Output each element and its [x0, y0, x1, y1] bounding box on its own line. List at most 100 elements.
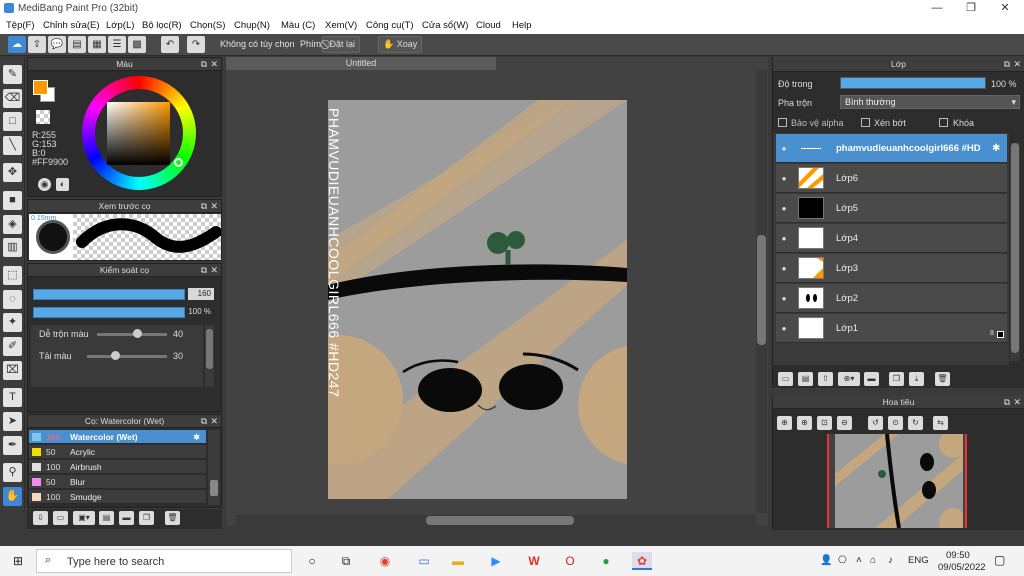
- new-brush-icon[interactable]: ▭: [53, 511, 68, 525]
- canvas-horizontal-scrollbar[interactable]: [236, 515, 756, 526]
- undock-icon[interactable]: ⧉: [201, 58, 207, 71]
- select-eraser-icon[interactable]: ⌧: [3, 361, 22, 380]
- grid-icon[interactable]: ▩: [128, 36, 146, 53]
- notification-icon[interactable]: ▢: [994, 553, 1005, 567]
- list-icon[interactable]: ☰: [108, 36, 126, 53]
- line-tool-icon[interactable]: ╲: [3, 136, 22, 155]
- eye-icon[interactable]: ●: [778, 164, 790, 193]
- opera-icon[interactable]: O: [560, 552, 580, 570]
- undock-icon[interactable]: ⧉: [201, 200, 207, 213]
- add-layer-menu-icon[interactable]: ⊕▾: [838, 372, 860, 386]
- rotate-reset-icon[interactable]: ⊙: [888, 416, 903, 430]
- eye-icon[interactable]: ●: [778, 284, 790, 313]
- zoom-in-alt-icon[interactable]: ⊕: [797, 416, 812, 430]
- primary-color-swatch[interactable]: [33, 80, 48, 95]
- eye-icon[interactable]: ●: [778, 194, 790, 223]
- network-icon[interactable]: ⌂: [870, 555, 876, 566]
- share-icon[interactable]: ⇪: [28, 36, 46, 53]
- medibang-icon[interactable]: ✿: [632, 552, 652, 570]
- gear-icon[interactable]: ✱: [992, 134, 1000, 163]
- eye-icon[interactable]: ●: [778, 254, 790, 283]
- new-layer-8bit-icon[interactable]: ▤: [798, 372, 813, 386]
- layer-item[interactable]: ● Lớp6: [776, 164, 1007, 193]
- windows-start-icon[interactable]: ⊞: [8, 552, 28, 570]
- brush-item-smudge[interactable]: 100 Smudge: [29, 490, 206, 504]
- rotate-button[interactable]: ✋ Xoay: [378, 36, 423, 53]
- move-tool-icon[interactable]: ✥: [3, 163, 22, 182]
- panel-close-icon[interactable]: ✕: [1013, 57, 1021, 72]
- menu-view[interactable]: Xem(V): [325, 20, 357, 31]
- undo-button[interactable]: ↶: [161, 36, 179, 53]
- brush-list-scrollbar[interactable]: [208, 430, 220, 505]
- document-tab[interactable]: Untitled: [226, 57, 496, 70]
- add-brush-menu-icon[interactable]: ▣▾: [73, 511, 95, 525]
- lasso-icon[interactable]: ◌: [3, 290, 22, 309]
- brush-item-airbrush[interactable]: 100 Airbrush: [29, 460, 206, 474]
- layer-item[interactable]: ● phamvudieuanhcoolgirl666 #HD ✱: [776, 134, 1007, 163]
- wps-icon[interactable]: W: [524, 552, 544, 570]
- language-indicator[interactable]: ENG: [908, 555, 929, 566]
- clipping-checkbox[interactable]: [861, 118, 870, 127]
- blend-mode-select[interactable]: Bình thường ▾: [840, 95, 1020, 109]
- eyedropper-tool-icon[interactable]: ⚲: [3, 463, 22, 482]
- panel-close-icon[interactable]: ✕: [210, 264, 218, 277]
- fit-icon[interactable]: ⊡: [817, 416, 832, 430]
- taskbar-search-box[interactable]: ⌕ Type here to search: [36, 549, 292, 573]
- brush-item-blur[interactable]: 50 Blur: [29, 475, 206, 489]
- meet-icon[interactable]: ⎔: [838, 555, 847, 566]
- menu-help[interactable]: Help: [512, 20, 532, 31]
- rotate-right-icon[interactable]: ↻: [908, 416, 923, 430]
- load-slider-knob[interactable]: [111, 351, 120, 360]
- panel-close-icon[interactable]: ✕: [1013, 396, 1021, 409]
- clock-date[interactable]: 09/05/2022: [938, 562, 986, 573]
- brush-size-value[interactable]: 160: [188, 288, 214, 300]
- gear-icon[interactable]: ✱: [193, 430, 200, 444]
- select-pen-icon[interactable]: ✐: [3, 337, 22, 356]
- chrome-icon[interactable]: ◉: [375, 552, 395, 570]
- transparent-swatch[interactable]: [36, 110, 50, 124]
- panel-close-icon[interactable]: ✕: [210, 200, 218, 213]
- clock-time[interactable]: 09:50: [946, 550, 970, 561]
- eraser-tool-icon[interactable]: ⌫: [3, 89, 22, 108]
- brush-opacity-slider[interactable]: [33, 307, 185, 318]
- hue-marker[interactable]: [174, 158, 183, 167]
- eye-icon[interactable]: ●: [778, 314, 790, 343]
- chevron-up-icon[interactable]: ˄: [856, 555, 862, 566]
- panel-close-icon[interactable]: ✕: [210, 415, 218, 428]
- rotate-left-icon[interactable]: ↺: [868, 416, 883, 430]
- people-icon[interactable]: 👤: [820, 555, 832, 566]
- menu-tools[interactable]: Công cụ(T): [366, 20, 414, 31]
- new-layer-icon[interactable]: ▭: [778, 372, 793, 386]
- canvas-vertical-scrollbar[interactable]: [756, 70, 767, 513]
- lock-checkbox[interactable]: [939, 118, 948, 127]
- brush-control-scrollbar[interactable]: [205, 325, 214, 387]
- pen-tool-icon[interactable]: ✒: [3, 436, 22, 455]
- text-tool-icon[interactable]: T: [3, 388, 22, 407]
- cortana-icon[interactable]: ○: [302, 552, 322, 570]
- color-set-icon[interactable]: ◐: [56, 178, 69, 191]
- drawing-canvas[interactable]: PHAMVUDIEUANHCOOLGIRL666 #HD247: [328, 100, 627, 499]
- zoom-out-icon[interactable]: ⊖: [837, 416, 852, 430]
- menu-cloud[interactable]: Cloud: [476, 20, 501, 31]
- layer-item[interactable]: ● Lớp5: [776, 194, 1007, 223]
- layer-opacity-track[interactable]: [840, 77, 986, 89]
- maximize-button[interactable]: ❐: [954, 0, 988, 17]
- load-track[interactable]: [87, 355, 167, 358]
- eye-icon[interactable]: ●: [778, 134, 790, 163]
- reset-button[interactable]: ⃠ Đặt lại: [322, 36, 361, 53]
- zoom-app-icon[interactable]: ▶: [486, 552, 506, 570]
- cloud-icon[interactable]: ☁: [8, 36, 26, 53]
- trash-icon[interactable]: 🗑: [165, 511, 180, 525]
- menu-color[interactable]: Màu (C): [281, 20, 315, 31]
- computer-icon[interactable]: ▭: [414, 552, 434, 570]
- operation-tool-icon[interactable]: ➤: [3, 412, 22, 431]
- layer-folder-icon[interactable]: ▬: [864, 372, 879, 386]
- brush-size-slider[interactable]: [33, 289, 185, 300]
- layer-list-scrollbar[interactable]: [1010, 143, 1020, 361]
- undock-icon[interactable]: ⧉: [201, 415, 207, 428]
- eye-icon[interactable]: ●: [778, 224, 790, 253]
- duplicate-layer-icon[interactable]: ❐: [889, 372, 904, 386]
- cloud-brush-icon[interactable]: ⇩: [33, 511, 48, 525]
- menu-capture[interactable]: Chụp(N): [234, 20, 270, 31]
- layer-item[interactable]: ● Lớp2: [776, 284, 1007, 313]
